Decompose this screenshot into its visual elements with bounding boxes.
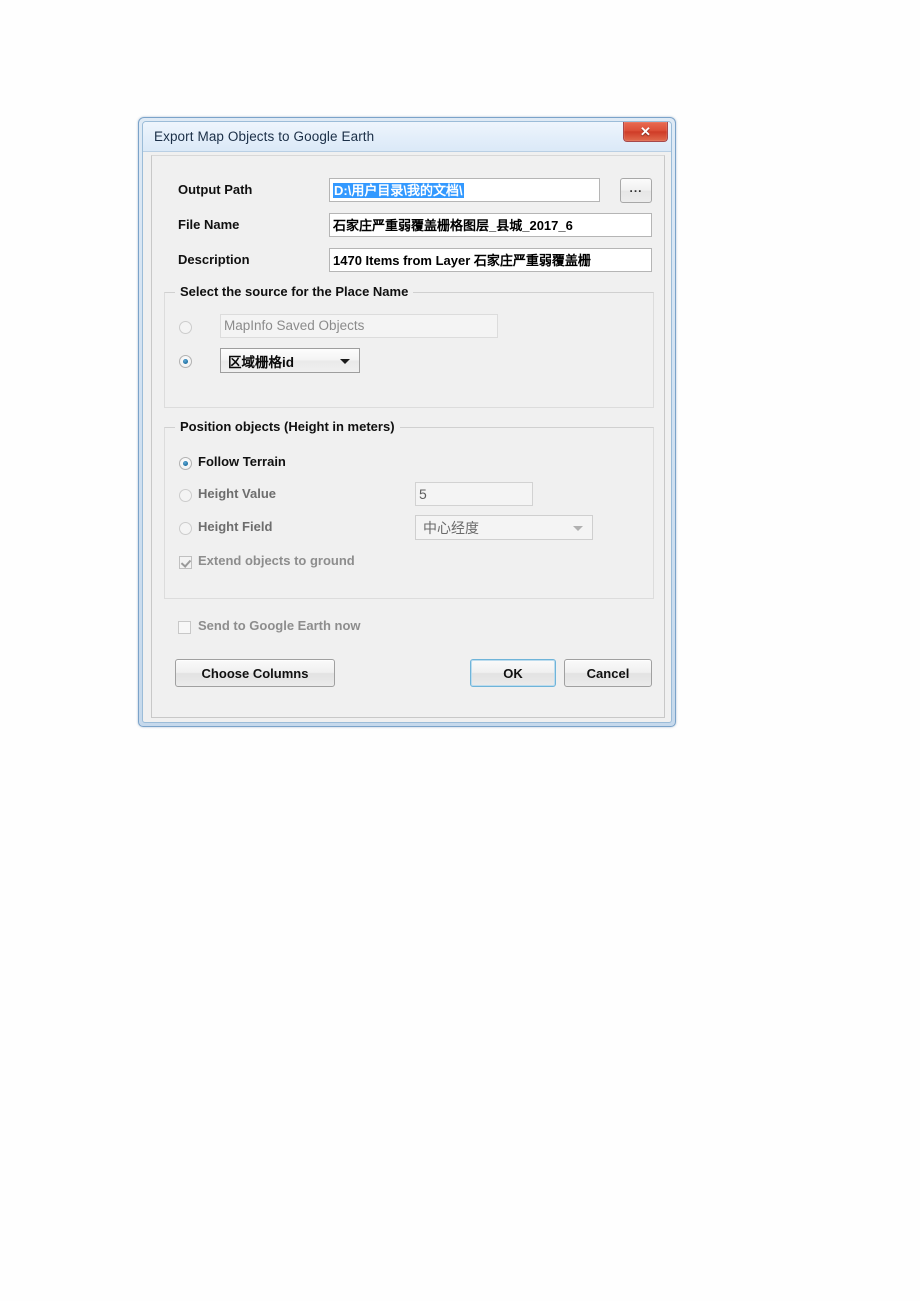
dialog-body: Output Path D:\用户目录\我的文档\ ... File Name … <box>151 155 665 718</box>
close-button[interactable]: ✕ <box>623 122 668 142</box>
position-objects-groupbox: Position objects (Height in meters) Foll… <box>164 419 654 599</box>
place-name-column-combobox[interactable]: 区域栅格id <box>220 348 360 373</box>
extend-objects-label: Extend objects to ground <box>198 553 355 568</box>
height-field-combobox[interactable]: 中心经度 <box>415 515 593 540</box>
place-name-column-value: 区域栅格id <box>228 354 294 370</box>
description-input[interactable]: 1470 Items from Layer 石家庄严重弱覆盖栅 <box>329 248 652 272</box>
extend-objects-checkbox[interactable] <box>179 556 192 569</box>
description-value: 1470 Items from Layer 石家庄严重弱覆盖栅 <box>333 252 591 268</box>
description-row: Description 1470 Items from Layer 石家庄严重弱… <box>152 248 664 274</box>
height-value-text: 5 <box>419 486 427 502</box>
chevron-down-icon <box>340 358 350 364</box>
dialog-window-inner: Export Map Objects to Google Earth ✕ Out… <box>142 121 672 723</box>
cancel-button[interactable]: Cancel <box>564 659 652 687</box>
choose-columns-button[interactable]: Choose Columns <box>175 659 335 687</box>
chevron-down-icon <box>573 525 583 531</box>
window-title: Export Map Objects to Google Earth <box>154 129 375 144</box>
follow-terrain-label: Follow Terrain <box>198 454 286 469</box>
height-value-input[interactable]: 5 <box>415 482 533 506</box>
document-page: Export Map Objects to Google Earth ✕ Out… <box>0 0 920 1301</box>
title-bar[interactable]: Export Map Objects to Google Earth ✕ <box>143 122 671 152</box>
radio-column-source[interactable] <box>179 355 192 368</box>
output-path-label: Output Path <box>178 182 253 197</box>
radio-follow-terrain[interactable] <box>179 457 192 470</box>
file-name-row: File Name 石家庄严重弱覆盖栅格图层_县城_2017_6 <box>152 213 664 239</box>
place-name-group-title: Select the source for the Place Name <box>175 284 414 299</box>
description-label: Description <box>178 252 250 267</box>
file-name-input[interactable]: 石家庄严重弱覆盖栅格图层_县城_2017_6 <box>329 213 652 237</box>
close-icon: ✕ <box>640 124 651 139</box>
output-path-input[interactable]: D:\用户目录\我的文档\ <box>329 178 600 202</box>
height-field-value: 中心经度 <box>423 519 479 536</box>
height-value-label: Height Value <box>198 486 277 501</box>
browse-button[interactable]: ... <box>620 178 652 203</box>
mapinfo-saved-objects-input: MapInfo Saved Objects <box>220 314 498 338</box>
send-to-google-earth-label: Send to Google Earth now <box>198 618 361 633</box>
file-name-label: File Name <box>178 217 240 232</box>
dialog-window: Export Map Objects to Google Earth ✕ Out… <box>138 117 676 727</box>
output-path-row: Output Path D:\用户目录\我的文档\ ... <box>152 178 664 204</box>
file-name-value: 石家庄严重弱覆盖栅格图层_县城_2017_6 <box>333 217 573 233</box>
radio-height-field[interactable] <box>179 522 192 535</box>
position-group-title: Position objects (Height in meters) <box>175 419 400 434</box>
radio-height-value[interactable] <box>179 489 192 502</box>
send-to-google-earth-checkbox[interactable] <box>178 621 191 634</box>
output-path-value: D:\用户目录\我的文档\ <box>333 182 464 198</box>
mapinfo-saved-objects-value: MapInfo Saved Objects <box>224 318 365 334</box>
height-field-label: Height Field <box>198 519 273 534</box>
ok-button[interactable]: OK <box>470 659 556 687</box>
place-name-groupbox: Select the source for the Place Name Map… <box>164 284 654 408</box>
radio-mapinfo-saved-objects[interactable] <box>179 321 192 334</box>
